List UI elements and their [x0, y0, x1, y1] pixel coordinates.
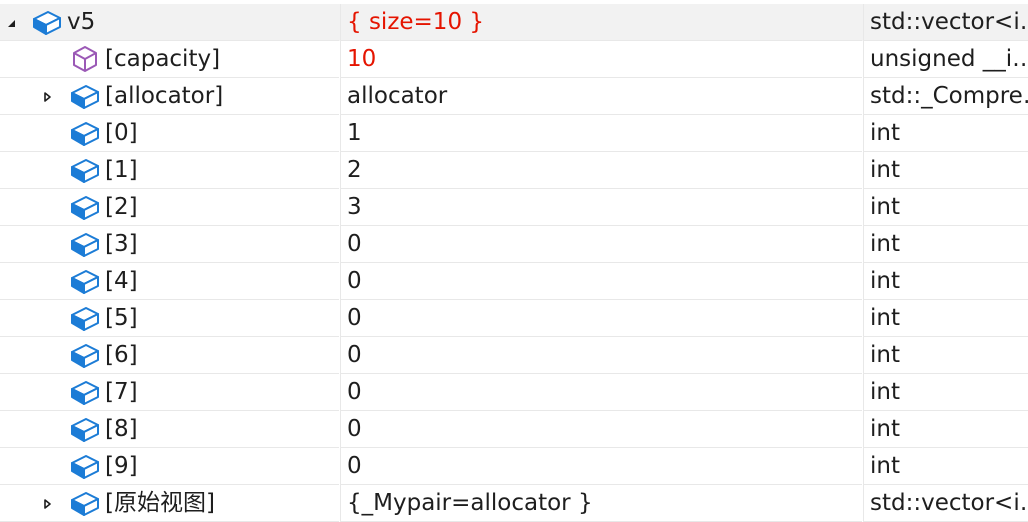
name-cell[interactable]: [2] — [0, 189, 339, 226]
variable-name: [原始视图] — [105, 490, 215, 516]
type-cell: int — [863, 226, 1028, 263]
variable-name: [9] — [105, 453, 138, 479]
name-cell[interactable]: [6] — [0, 337, 339, 374]
type-cell: int — [863, 448, 1028, 485]
variable-name: v5 — [67, 9, 96, 35]
field-icon — [70, 267, 100, 295]
name-cell[interactable]: [allocator] — [0, 78, 339, 115]
variable-name: [allocator] — [105, 83, 224, 109]
variable-name: [8] — [105, 416, 138, 442]
name-cell[interactable]: [3] — [0, 226, 339, 263]
field-icon — [70, 378, 100, 406]
variable-name: [capacity] — [105, 46, 221, 72]
field-icon — [70, 119, 100, 147]
property-icon — [70, 45, 100, 73]
field-icon — [32, 8, 62, 36]
name-cell[interactable]: [7] — [0, 374, 339, 411]
field-icon — [70, 489, 100, 517]
type-cell: std::vector<i… — [863, 4, 1028, 41]
expanded-triangle-icon[interactable] — [4, 4, 18, 40]
field-icon — [70, 193, 100, 221]
watch-row[interactable]: [5] 0 int — [0, 300, 1028, 337]
type-cell: int — [863, 189, 1028, 226]
watch-row[interactable]: [3] 0 int — [0, 226, 1028, 263]
variable-name: [7] — [105, 379, 138, 405]
watch-row[interactable]: [9] 0 int — [0, 448, 1028, 485]
type-cell: std::_Compre… — [863, 78, 1028, 115]
value-cell[interactable]: { size=10 } — [340, 4, 862, 41]
variable-name: [6] — [105, 342, 138, 368]
name-cell[interactable]: [5] — [0, 300, 339, 337]
field-icon — [70, 230, 100, 258]
value-cell[interactable]: 0 — [340, 337, 862, 374]
variable-name: [0] — [105, 120, 138, 146]
value-cell[interactable]: allocator — [340, 78, 862, 115]
field-icon — [70, 415, 100, 443]
watch-row[interactable]: [原始视图] {_Mypair=allocator } std::vector<i… — [0, 485, 1028, 522]
name-cell[interactable]: [capacity] — [0, 41, 339, 78]
value-cell[interactable]: 0 — [340, 263, 862, 300]
watch-row[interactable]: [1] 2 int — [0, 152, 1028, 189]
type-cell: int — [863, 374, 1028, 411]
value-cell[interactable]: {_Mypair=allocator } — [340, 485, 862, 522]
type-cell: int — [863, 300, 1028, 337]
value-cell[interactable]: 0 — [340, 448, 862, 485]
name-cell[interactable]: [9] — [0, 448, 339, 485]
name-cell[interactable]: [原始视图] — [0, 485, 339, 522]
name-cell[interactable]: v5 — [0, 4, 339, 41]
watch-row[interactable]: [capacity] 10 unsigned __i… — [0, 41, 1028, 78]
value-cell[interactable]: 10 — [340, 41, 862, 78]
type-cell: int — [863, 152, 1028, 189]
value-cell[interactable]: 0 — [340, 300, 862, 337]
field-icon — [70, 452, 100, 480]
name-cell[interactable]: [0] — [0, 115, 339, 152]
type-cell: std::vector<i… — [863, 485, 1028, 522]
name-cell[interactable]: [8] — [0, 411, 339, 448]
variable-name: [4] — [105, 268, 138, 294]
type-cell: unsigned __i… — [863, 41, 1028, 78]
variable-name: [3] — [105, 231, 138, 257]
value-cell[interactable]: 0 — [340, 374, 862, 411]
watch-row[interactable]: [8] 0 int — [0, 411, 1028, 448]
variable-name: [5] — [105, 305, 138, 331]
watch-row[interactable]: [allocator] allocatorstd::_Compre… — [0, 78, 1028, 115]
type-cell: int — [863, 115, 1028, 152]
value-cell[interactable]: 3 — [340, 189, 862, 226]
field-icon — [70, 341, 100, 369]
name-cell[interactable]: [4] — [0, 263, 339, 300]
type-cell: int — [863, 263, 1028, 300]
value-cell[interactable]: 2 — [340, 152, 862, 189]
value-cell[interactable]: 0 — [340, 226, 862, 263]
collapsed-triangle-icon[interactable] — [40, 78, 54, 114]
watch-row[interactable]: [6] 0 int — [0, 337, 1028, 374]
field-icon — [70, 82, 100, 110]
watch-row[interactable]: [7] 0 int — [0, 374, 1028, 411]
variable-name: [2] — [105, 194, 138, 220]
value-cell[interactable]: 1 — [340, 115, 862, 152]
value-cell[interactable]: 0 — [340, 411, 862, 448]
collapsed-triangle-icon[interactable] — [40, 485, 54, 521]
watch-row[interactable]: [4] 0 int — [0, 263, 1028, 300]
watch-row[interactable]: v5 { size=10 } std::vector<i… — [0, 4, 1028, 41]
watch-grid: v5{ size=10 } std::vector<i… [capacity] 10 u… — [0, 0, 1028, 522]
field-icon — [70, 304, 100, 332]
type-cell: int — [863, 337, 1028, 374]
variable-name: [1] — [105, 157, 138, 183]
watch-row[interactable]: [0] 1 int — [0, 115, 1028, 152]
field-icon — [70, 156, 100, 184]
type-cell: int — [863, 411, 1028, 448]
watch-row[interactable]: [2] 3 int — [0, 189, 1028, 226]
name-cell[interactable]: [1] — [0, 152, 339, 189]
